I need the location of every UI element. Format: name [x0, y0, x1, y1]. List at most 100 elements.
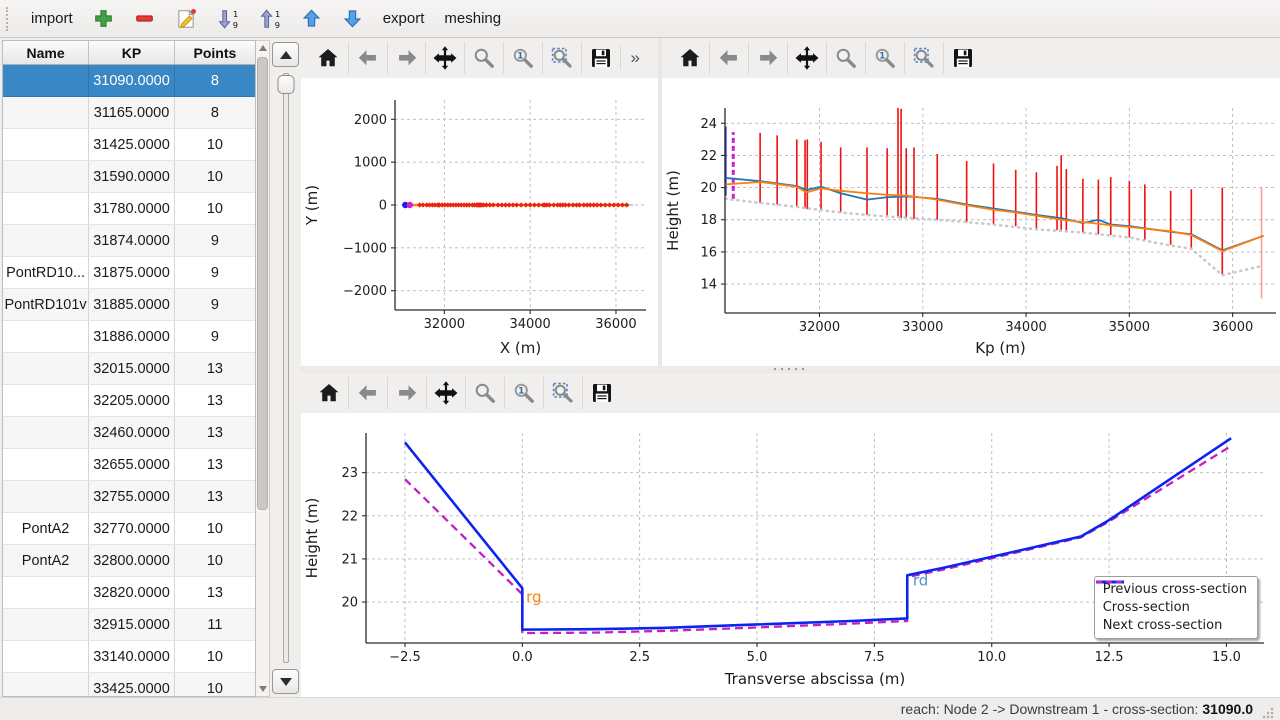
cell-name[interactable] — [3, 65, 89, 97]
cell-name[interactable]: PontRD10... — [3, 257, 89, 289]
table-row[interactable]: PontRD101v31885.00009 — [3, 289, 255, 321]
zoom-select-button[interactable]: 1 — [503, 42, 542, 74]
cell-name[interactable] — [3, 641, 89, 673]
cell-kp[interactable]: 32755.0000 — [89, 481, 175, 513]
import-button[interactable]: import — [22, 4, 82, 34]
plan-view-canvas[interactable]: 320003400036000200010000−1000−2000X (m)Y… — [301, 78, 658, 366]
table-row[interactable]: 32655.000013 — [3, 449, 255, 481]
cell-points[interactable]: 8 — [174, 65, 255, 97]
scrollbar-down-icon[interactable] — [259, 686, 267, 692]
resize-grip-icon[interactable] — [1261, 706, 1274, 719]
table-row[interactable]: PontA232770.000010 — [3, 513, 255, 545]
cell-name[interactable]: PontRD101v — [3, 289, 89, 321]
pan-button[interactable] — [426, 377, 465, 409]
table-row[interactable]: 32915.000011 — [3, 609, 255, 641]
longitudinal-profile-canvas[interactable]: 3200033000340003500036000141618202224Kp … — [662, 78, 1280, 366]
cell-name[interactable] — [3, 673, 89, 698]
cell-kp[interactable]: 31425.0000 — [89, 129, 175, 161]
cell-name[interactable] — [3, 609, 89, 641]
save-button[interactable] — [581, 42, 620, 74]
cell-points[interactable]: 13 — [174, 385, 255, 417]
cell-kp[interactable]: 31590.0000 — [89, 161, 175, 193]
cell-kp[interactable]: 31885.0000 — [89, 289, 175, 321]
cell-points[interactable]: 9 — [174, 289, 255, 321]
back-button[interactable] — [348, 377, 387, 409]
edit-button[interactable] — [166, 4, 206, 34]
cell-kp[interactable]: 32770.0000 — [89, 513, 175, 545]
cell-name[interactable] — [3, 193, 89, 225]
cell-kp[interactable]: 31090.0000 — [89, 65, 175, 97]
cell-points[interactable]: 10 — [174, 513, 255, 545]
cell-points[interactable]: 13 — [174, 449, 255, 481]
cell-points[interactable]: 9 — [174, 321, 255, 353]
section-slider[interactable] — [270, 71, 301, 665]
cell-kp[interactable]: 32015.0000 — [89, 353, 175, 385]
cell-points[interactable]: 13 — [174, 353, 255, 385]
table-row[interactable]: 31090.00008 — [3, 65, 255, 97]
save-button[interactable] — [582, 377, 621, 409]
home-button[interactable] — [309, 42, 348, 74]
table-row[interactable]: PontA232800.000010 — [3, 545, 255, 577]
scrollbar-track[interactable] — [256, 55, 269, 682]
cell-points[interactable]: 13 — [174, 481, 255, 513]
table-row[interactable]: 33140.000010 — [3, 641, 255, 673]
horizontal-splitter[interactable] — [301, 366, 1280, 373]
cross-section-chart[interactable]: rgrd−2.50.02.55.07.510.012.515.020212223… — [301, 413, 1280, 697]
table-row[interactable]: PontRD10...31875.00009 — [3, 257, 255, 289]
cell-points[interactable]: 13 — [174, 577, 255, 609]
table-row[interactable]: 32460.000013 — [3, 417, 255, 449]
section-up-button[interactable] — [272, 42, 299, 67]
cell-points[interactable]: 10 — [174, 129, 255, 161]
move-up-button[interactable] — [292, 4, 331, 34]
toolbar-drag-handle[interactable] — [6, 7, 14, 31]
cell-name[interactable] — [3, 577, 89, 609]
cell-kp[interactable]: 32205.0000 — [89, 385, 175, 417]
scrollbar-thumb[interactable] — [257, 57, 268, 510]
cell-kp[interactable]: 31165.0000 — [89, 97, 175, 129]
table-row[interactable]: 32015.000013 — [3, 353, 255, 385]
cell-name[interactable] — [3, 417, 89, 449]
cell-points[interactable]: 10 — [174, 641, 255, 673]
cross-section-table[interactable]: Name KP Points 31090.0000831165.00008314… — [3, 41, 255, 697]
zoom-button[interactable] — [464, 42, 503, 74]
meshing-button[interactable]: meshing — [435, 4, 510, 34]
pan-button[interactable] — [425, 42, 464, 74]
cell-name[interactable] — [3, 129, 89, 161]
table-row[interactable]: 32205.000013 — [3, 385, 255, 417]
zoom-select-button[interactable]: 1 — [865, 42, 904, 74]
cell-kp[interactable]: 31780.0000 — [89, 193, 175, 225]
cell-name[interactable] — [3, 161, 89, 193]
back-button[interactable] — [348, 42, 387, 74]
home-button[interactable] — [309, 377, 348, 409]
cell-name[interactable] — [3, 481, 89, 513]
save-button[interactable] — [943, 42, 982, 74]
cell-points[interactable]: 10 — [174, 545, 255, 577]
zoom-button[interactable] — [465, 377, 504, 409]
zoom-rect-button[interactable] — [543, 377, 582, 409]
cell-kp[interactable]: 32915.0000 — [89, 609, 175, 641]
cell-kp[interactable]: 31875.0000 — [89, 257, 175, 289]
cell-name[interactable]: PontA2 — [3, 513, 89, 545]
cell-name[interactable] — [3, 449, 89, 481]
plan-view-chart[interactable]: 320003400036000200010000−1000−2000X (m)Y… — [301, 78, 658, 366]
cell-points[interactable]: 11 — [174, 609, 255, 641]
cell-points[interactable]: 9 — [174, 225, 255, 257]
table-row[interactable]: 32755.000013 — [3, 481, 255, 513]
add-cross-section-button[interactable] — [84, 4, 123, 34]
home-button[interactable] — [670, 42, 709, 74]
cell-name[interactable] — [3, 385, 89, 417]
cell-points[interactable]: 8 — [174, 97, 255, 129]
table-row[interactable]: 31780.000010 — [3, 193, 255, 225]
cell-kp[interactable]: 32460.0000 — [89, 417, 175, 449]
longitudinal-profile-chart[interactable]: 3200033000340003500036000141618202224Kp … — [662, 78, 1280, 366]
zoom-select-button[interactable]: 1 — [504, 377, 543, 409]
cell-name[interactable] — [3, 353, 89, 385]
column-header-kp[interactable]: KP — [89, 41, 175, 65]
cell-points[interactable]: 13 — [174, 417, 255, 449]
cross-section-canvas[interactable]: rgrd−2.50.02.55.07.510.012.515.020212223… — [301, 413, 1280, 697]
table-scrollbar[interactable] — [256, 40, 270, 697]
table-row[interactable]: 31165.00008 — [3, 97, 255, 129]
cell-points[interactable]: 10 — [174, 161, 255, 193]
zoom-rect-button[interactable] — [542, 42, 581, 74]
cell-kp[interactable]: 32820.0000 — [89, 577, 175, 609]
